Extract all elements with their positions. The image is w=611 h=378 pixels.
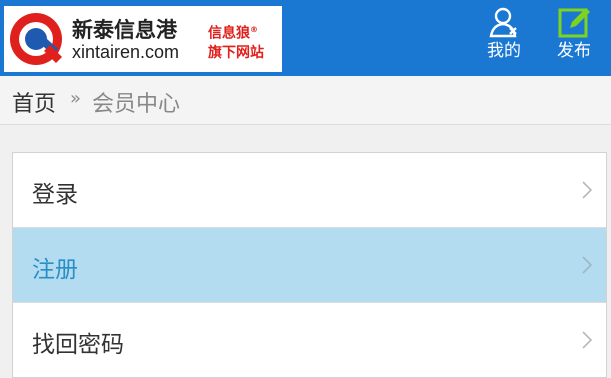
logo-mark-icon [10,13,62,65]
chevron-right-icon [582,181,592,199]
chevron-right-icon [582,256,592,274]
breadcrumb: 首页 » 会员中心 [0,76,611,125]
edit-icon [558,8,590,38]
menu-item-label: 找回密码 [32,332,124,358]
my-account-button[interactable]: 我的 [475,4,533,74]
chevron-right-icon [582,331,592,349]
logo-tag-line1: 信息狼 [208,25,250,42]
post-label: 发布 [557,41,591,61]
site-logo[interactable]: 新泰信息港 xintairen.com 信息狼® 旗下网站 [4,6,282,72]
menu-item-label: 注册 [32,257,78,283]
breadcrumb-home-link[interactable]: 首页 [12,86,56,118]
breadcrumb-current: 会员中心 [92,92,181,117]
user-icon [489,7,517,38]
post-button[interactable]: 发布 [545,4,603,74]
breadcrumb-separator: » [70,88,82,109]
logo-domain: xintairen.com [72,42,180,62]
logo-tag-line2: 旗下网站 [208,44,264,61]
top-header: 新泰信息港 xintairen.com 信息狼® 旗下网站 我的 发布 [0,0,611,76]
menu-item-recover-password[interactable]: 找回密码 [13,302,606,377]
menu-item-register[interactable]: 注册 [13,227,606,302]
logo-title: 新泰信息港 [72,18,177,42]
logo-tagline: 信息狼® 旗下网站 [208,20,280,63]
member-menu: 登录 注册 找回密码 [12,152,607,378]
menu-item-label: 登录 [32,182,78,208]
my-account-label: 我的 [487,41,521,61]
menu-item-login[interactable]: 登录 [13,153,606,227]
